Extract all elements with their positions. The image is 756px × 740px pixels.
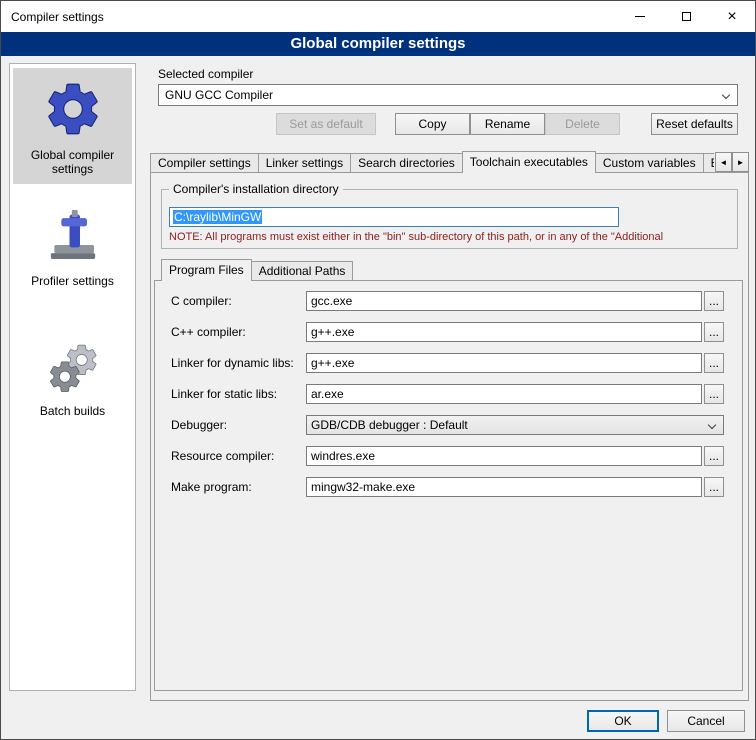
selected-compiler-dropdown[interactable]: GNU GCC Compiler (158, 84, 738, 106)
selected-compiler-value: GNU GCC Compiler (165, 88, 273, 102)
field-label: Make program: (171, 480, 252, 494)
reset-defaults-button[interactable]: Reset defaults (651, 113, 738, 135)
stacked-gears-icon (15, 336, 130, 400)
triangle-left-icon: ◄ (720, 158, 728, 167)
resource-compiler-input[interactable]: windres.exe (306, 446, 702, 466)
copy-button[interactable]: Copy (395, 113, 470, 135)
debugger-select[interactable]: GDB/CDB debugger : Default (306, 415, 724, 435)
selected-compiler-label: Selected compiler (158, 67, 253, 81)
tab-custom-variables[interactable]: Custom variables (595, 153, 704, 173)
tab-linker-settings[interactable]: Linker settings (258, 153, 351, 173)
tab-toolchain-executables[interactable]: Toolchain executables (462, 151, 596, 173)
form-row-cpp-compiler: C++ compiler: g++.exe ... (154, 322, 743, 342)
c-compiler-input[interactable]: gcc.exe (306, 291, 702, 311)
field-label: Resource compiler: (171, 449, 274, 463)
make-program-input[interactable]: mingw32-make.exe (306, 477, 702, 497)
tab-build-options[interactable]: Buil (703, 153, 714, 173)
page-title: Global compiler settings (1, 32, 755, 56)
close-button[interactable]: × (709, 1, 755, 32)
tab-label: Additional Paths (259, 264, 346, 278)
maximize-icon (682, 12, 691, 21)
sidebar-item-global-compiler-settings[interactable]: Global compiler settings (13, 68, 132, 184)
subtab-strip: Program Files Additional Paths (161, 259, 352, 281)
browse-button[interactable]: ... (704, 291, 724, 311)
browse-button[interactable]: ... (704, 477, 724, 497)
form-row-debugger: Debugger: GDB/CDB debugger : Default (154, 415, 743, 435)
sidebar-item-label: Batch builds (15, 404, 130, 418)
tab-label: Custom variables (603, 156, 696, 170)
field-label: C compiler: (171, 294, 232, 308)
delete-button[interactable]: Delete (545, 113, 620, 135)
sidebar-item-label: Profiler settings (15, 274, 130, 288)
installation-directory-input[interactable]: C:\raylib\MinGW (169, 207, 619, 227)
titlebar[interactable]: Compiler settings × (1, 1, 755, 32)
set-as-default-button[interactable]: Set as default (276, 113, 376, 135)
bin-subdirectory-note: NOTE: All programs must exist either in … (169, 231, 735, 243)
field-label: Debugger: (171, 418, 227, 432)
tab-label: Program Files (169, 263, 244, 277)
tab-scroll-right-button[interactable]: ► (732, 152, 749, 172)
installation-directory-value: C:\raylib\MinGW (173, 210, 262, 224)
tab-compiler-settings[interactable]: Compiler settings (150, 153, 259, 173)
tab-scroll-left-button[interactable]: ◄ (715, 152, 732, 172)
form-row-linker-static: Linker for static libs: ar.exe ... (154, 384, 743, 404)
field-label: Linker for dynamic libs: (171, 356, 294, 370)
chevron-down-icon (722, 91, 730, 99)
form-row-c-compiler: C compiler: gcc.exe ... (154, 291, 743, 311)
chevron-down-icon (708, 421, 716, 429)
browse-button[interactable]: ... (704, 322, 724, 342)
linker-dynamic-input[interactable]: g++.exe (306, 353, 702, 373)
browse-button[interactable]: ... (704, 353, 724, 373)
linker-static-input[interactable]: ar.exe (306, 384, 702, 404)
settings-category-list: Global compiler settings Profiler settin… (9, 63, 136, 691)
sidebar-item-label: Global compiler settings (15, 148, 130, 176)
cpp-compiler-input[interactable]: g++.exe (306, 322, 702, 342)
sidebar-item-batch-builds[interactable]: Batch builds (13, 330, 132, 426)
profiler-tool-icon (15, 206, 130, 270)
maximize-button[interactable] (663, 1, 709, 32)
form-row-make-program: Make program: mingw32-make.exe ... (154, 477, 743, 497)
close-icon: × (727, 9, 736, 25)
minimize-icon (635, 16, 645, 17)
window-title: Compiler settings (11, 10, 104, 24)
rename-button[interactable]: Rename (470, 113, 545, 135)
field-label: C++ compiler: (171, 325, 246, 339)
ok-button[interactable]: OK (587, 710, 659, 732)
tab-label: Buil (711, 156, 714, 170)
tab-strip: Compiler settings Linker settings Search… (150, 151, 714, 173)
tab-label: Toolchain executables (470, 155, 588, 169)
triangle-right-icon: ► (737, 158, 745, 167)
window-controls: × (617, 1, 755, 32)
subtab-additional-paths[interactable]: Additional Paths (251, 261, 354, 281)
tab-label: Compiler settings (158, 156, 251, 170)
subtab-program-files[interactable]: Program Files (161, 259, 252, 281)
browse-button[interactable]: ... (704, 384, 724, 404)
sidebar-item-profiler-settings[interactable]: Profiler settings (13, 200, 132, 296)
installation-directory-group-title: Compiler's installation directory (169, 182, 343, 196)
tab-label: Search directories (358, 156, 455, 170)
minimize-button[interactable] (617, 1, 663, 32)
form-row-resource-compiler: Resource compiler: windres.exe ... (154, 446, 743, 466)
tab-search-directories[interactable]: Search directories (350, 153, 463, 173)
tab-label: Linker settings (266, 156, 343, 170)
field-label: Linker for static libs: (171, 387, 277, 401)
cancel-button[interactable]: Cancel (667, 710, 745, 732)
browse-button[interactable]: ... (704, 446, 724, 466)
gear-icon (15, 74, 130, 144)
debugger-value: GDB/CDB debugger : Default (311, 418, 468, 432)
compiler-settings-window: Compiler settings × Global compiler sett… (0, 0, 756, 740)
form-row-linker-dynamic: Linker for dynamic libs: g++.exe ... (154, 353, 743, 373)
